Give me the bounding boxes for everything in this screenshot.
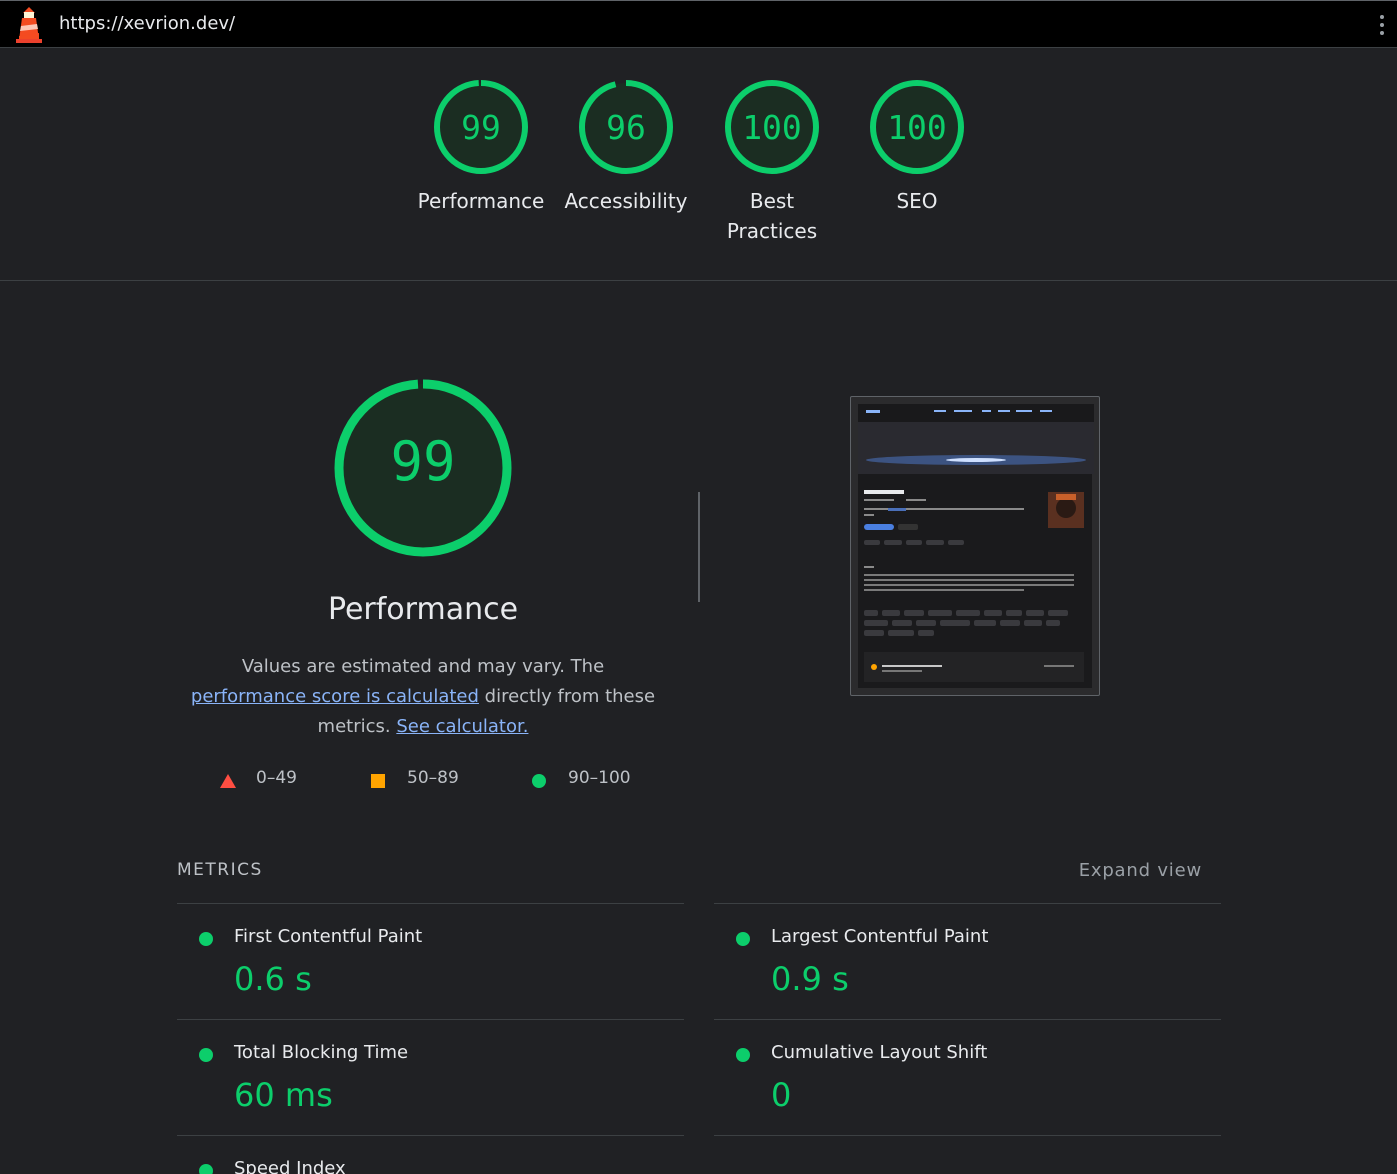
metric-row-divider <box>714 1135 1221 1174</box>
legend-range: 0–49 <box>256 768 297 788</box>
metric-value: 0.6 s <box>234 960 312 998</box>
kebab-menu-icon[interactable] <box>1379 15 1385 37</box>
gauge-score: 100 <box>742 108 802 147</box>
performance-description: Values are estimated and may vary. The p… <box>190 652 656 742</box>
gauge-label: Performance <box>417 189 545 213</box>
legend-range: 90–100 <box>568 768 631 788</box>
metric-total-blocking-time: Total Blocking Time 60 ms <box>177 1019 684 1135</box>
calculator-link[interactable]: See calculator. <box>396 716 528 737</box>
metric-value: 60 ms <box>234 1076 333 1114</box>
gauge-best-practices[interactable]: 100 Best Practices <box>702 78 842 246</box>
metric-first-contentful-paint: First Contentful Paint 0.6 s <box>177 903 684 1019</box>
circle-icon <box>532 774 546 788</box>
triangle-icon <box>220 774 236 788</box>
metric-name: First Contentful Paint <box>234 926 423 947</box>
pass-circle-icon <box>736 932 750 946</box>
metric-speed-index: Speed Index <box>177 1135 684 1174</box>
legend-range: 50–89 <box>407 768 459 788</box>
metric-name: Cumulative Layout Shift <box>771 1042 988 1063</box>
metric-name: Speed Index <box>234 1158 346 1174</box>
square-icon <box>371 774 385 788</box>
performance-title: Performance <box>327 592 519 627</box>
pass-circle-icon <box>736 1048 750 1062</box>
score-calculation-link[interactable]: performance score is calculated <box>191 686 479 707</box>
top-bar: https://xevrion.dev/ <box>0 0 1397 48</box>
gauge-accessibility[interactable]: 96 Accessibility <box>556 78 696 216</box>
gauge-label: Accessibility <box>564 189 688 213</box>
metric-cumulative-layout-shift: Cumulative Layout Shift 0 <box>714 1019 1221 1135</box>
metric-value: 0 <box>771 1076 792 1114</box>
lighthouse-icon <box>16 7 42 43</box>
desc-text: Values are estimated and may vary. The <box>241 656 605 677</box>
summary-gauges: 99 Performance 96 Accessibility 100 Best… <box>0 48 1397 281</box>
pass-circle-icon <box>199 932 213 946</box>
gauge-label: SEO <box>896 189 938 213</box>
expand-view-toggle[interactable]: Expand view <box>1079 860 1202 881</box>
metric-largest-contentful-paint: Largest Contentful Paint 0.9 s <box>714 903 1221 1019</box>
metric-name: Largest Contentful Paint <box>771 926 989 947</box>
screenshot-image <box>858 404 1094 688</box>
gauge-score: 100 <box>887 108 947 147</box>
gauge-seo[interactable]: 100 SEO <box>847 78 987 216</box>
page-screenshot-thumbnail[interactable] <box>850 396 1100 696</box>
metric-value: 0.9 s <box>771 960 849 998</box>
metric-name: Total Blocking Time <box>234 1042 409 1063</box>
gauge-label: Best Practices <box>726 189 818 243</box>
page-url: https://xevrion.dev/ <box>59 13 236 34</box>
gauge-score: 96 <box>606 108 646 147</box>
gauge-performance[interactable]: 99 Performance <box>411 78 551 216</box>
gauge-score: 99 <box>461 108 501 147</box>
vertical-divider <box>698 492 700 602</box>
metrics-heading: METRICS <box>177 860 263 880</box>
performance-score: 99 <box>390 430 456 493</box>
pass-circle-icon <box>199 1048 213 1062</box>
